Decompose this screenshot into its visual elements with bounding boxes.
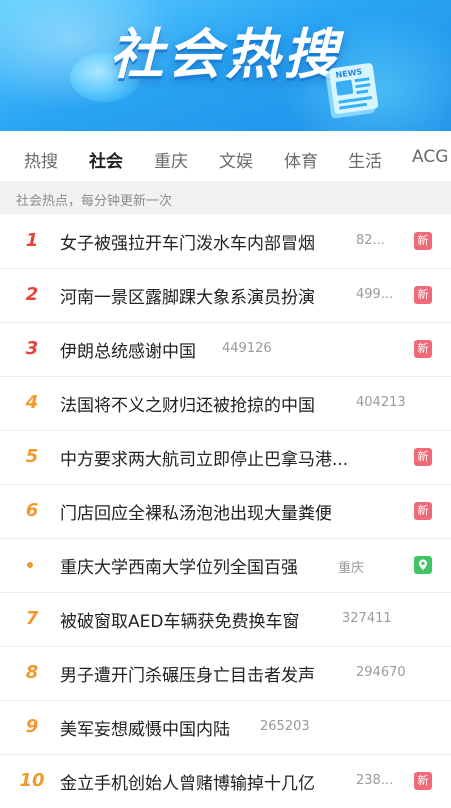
rank-number: 7: [25, 608, 39, 629]
list-item[interactable]: 重庆大学西南大学位列全国百强 重庆: [0, 538, 451, 593]
banner-title: 社会热搜: [109, 23, 342, 86]
new-badge: 新: [414, 772, 432, 790]
tab-entertainment[interactable]: 文娱: [219, 147, 253, 172]
rank-number: 10: [19, 770, 45, 791]
item-title: 伊朗总统感谢中国: [60, 342, 196, 362]
list-item[interactable]: 1 女子被强拉开车门泼水车内部冒烟 82... 新: [0, 214, 451, 269]
item-count: 327411: [342, 611, 392, 626]
rank-number: 9: [25, 716, 39, 737]
tab-sports[interactable]: 体育: [284, 147, 318, 172]
bullet-dot: [27, 562, 33, 568]
item-title: 法国将不义之财归还被抢掠的中国: [60, 396, 315, 416]
item-title: 美军妄想威慑中国内陆: [60, 720, 230, 740]
item-title: 河南一景区露脚踝大象系演员扮演: [60, 288, 315, 308]
item-title: 重庆大学西南大学位列全国百强: [60, 558, 298, 578]
list-item[interactable]: 8 男子遭开门杀碾压身亡目击者发声 294670: [0, 646, 451, 701]
list-item[interactable]: 3 伊朗总统感谢中国 449126 新: [0, 322, 451, 377]
item-count: 449126: [222, 341, 272, 356]
new-badge: 新: [414, 448, 432, 466]
tab-hot[interactable]: 热搜: [24, 147, 58, 172]
tab-acg[interactable]: ACG: [412, 147, 448, 167]
update-notice: 社会热点，每分钟更新一次: [0, 181, 451, 214]
category-tabs: 热搜 社会 重庆 文娱 体育 生活 ACG: [0, 131, 451, 181]
rank-number: 6: [25, 500, 39, 521]
list-item[interactable]: 2 河南一景区露脚踝大象系演员扮演 499... 新: [0, 268, 451, 323]
new-badge: 新: [414, 232, 432, 250]
tab-society[interactable]: 社会: [89, 147, 123, 172]
rank-number: 2: [25, 284, 39, 305]
rank-number: 3: [25, 338, 39, 359]
item-title: 门店回应全裸私汤泡池出现大量粪便: [60, 504, 332, 524]
news-icon: NEWS: [325, 63, 379, 119]
list-item[interactable]: 7 被破窗取AED车辆获免费换车窗 327411: [0, 592, 451, 647]
rank-number: 8: [25, 662, 39, 683]
item-count: 265203: [260, 719, 310, 734]
rank-number: 1: [25, 230, 39, 251]
item-count: 404213: [356, 395, 406, 410]
list-item[interactable]: 4 法国将不义之财归还被抢掠的中国 404213: [0, 376, 451, 431]
header-banner: 社会热搜 NEWS: [0, 0, 451, 131]
item-count: 238...: [356, 773, 394, 788]
item-count: 499...: [356, 287, 394, 302]
location-pin-icon: [414, 556, 432, 574]
new-badge: 新: [414, 502, 432, 520]
item-title: 女子被强拉开车门泼水车内部冒烟: [60, 234, 315, 254]
tab-chongqing[interactable]: 重庆: [154, 147, 188, 172]
tab-life[interactable]: 生活: [348, 147, 382, 172]
update-notice-text: 社会热点，每分钟更新一次: [16, 194, 173, 209]
item-location-tag: 重庆: [338, 561, 365, 576]
list-item[interactable]: 9 美军妄想威慑中国内陆 265203: [0, 700, 451, 755]
list-item[interactable]: 6 门店回应全裸私汤泡池出现大量粪便 新: [0, 484, 451, 539]
item-count: 82...: [356, 233, 385, 248]
item-count: 294670: [356, 665, 406, 680]
item-title: 中方要求两大航司立即停止巴拿马港...: [60, 450, 349, 470]
item-title: 金立手机创始人曾赌博输掉十几亿: [60, 774, 315, 794]
list-item[interactable]: 5 中方要求两大航司立即停止巴拿马港... 新: [0, 430, 451, 485]
rank-number: 4: [25, 392, 39, 413]
new-badge: 新: [414, 340, 432, 358]
new-badge: 新: [414, 286, 432, 304]
item-title: 男子遭开门杀碾压身亡目击者发声: [60, 666, 315, 686]
item-title: 被破窗取AED车辆获免费换车窗: [60, 612, 300, 632]
rank-number: 5: [25, 446, 39, 467]
